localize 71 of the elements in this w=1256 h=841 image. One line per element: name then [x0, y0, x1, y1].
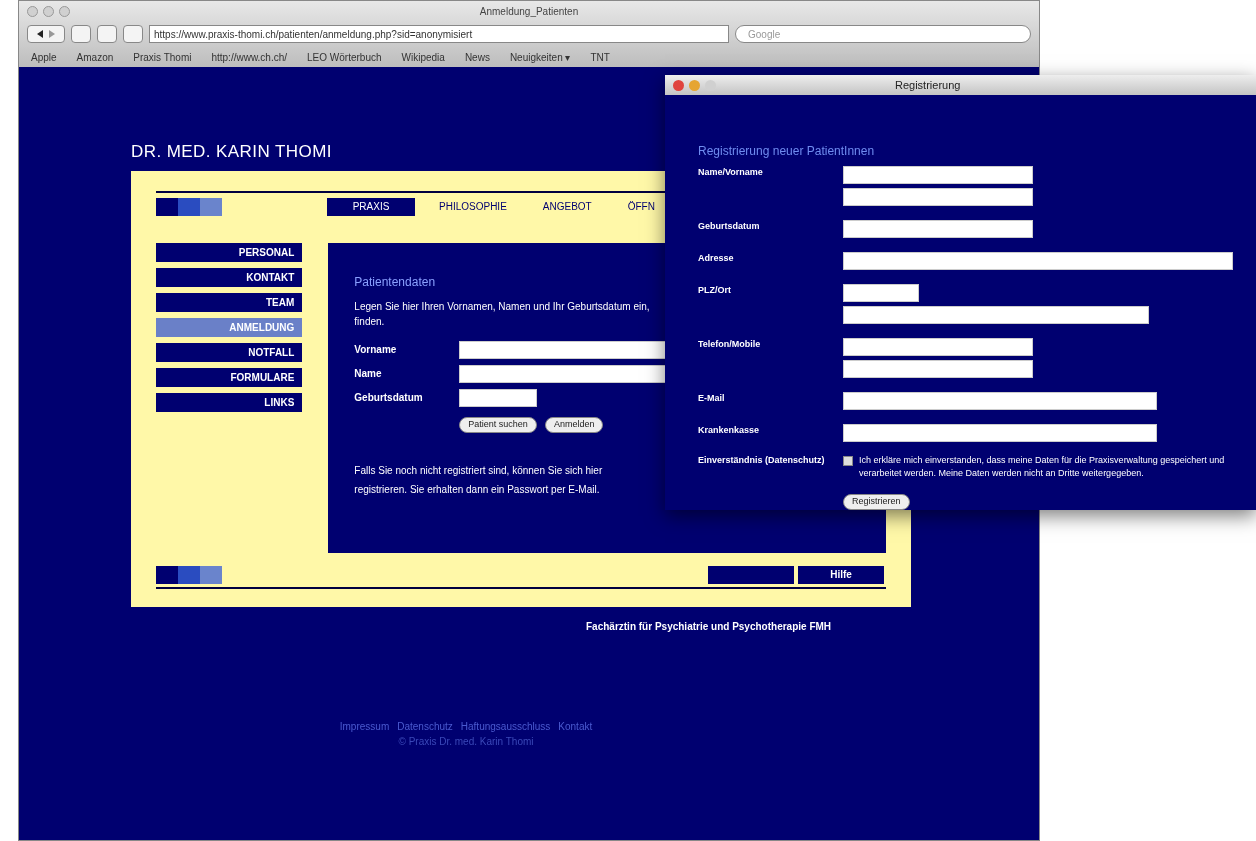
back-arrow-icon[interactable] [36, 30, 44, 38]
field-label: Krankenkasse [698, 424, 761, 437]
logo-squares-icon [156, 197, 222, 216]
note-text: Falls Sie noch nicht registriert sind, können Sie sich hier [354, 463, 603, 478]
input-field[interactable] [843, 166, 1033, 184]
sidebar-item[interactable]: PERSONAL [156, 242, 303, 262]
window-title: Registrierung [895, 77, 961, 93]
form-button[interactable]: Anmelden [544, 416, 604, 433]
consent-text: Ich erkläre mich einverstanden, dass meine Daten für die Praxisverwaltung gespeichert und verarbeitet werden. Meine Daten werden nicht an Dritte weitergegeben. [859, 454, 1226, 480]
site-title: DR. MED. KARIN THOMI [131, 141, 332, 163]
input-field[interactable] [843, 392, 1157, 410]
field-label: Name/Vorname [698, 166, 764, 179]
nav-tab[interactable]: PRAXIS [327, 197, 415, 216]
bookmark-link[interactable]: TNT [590, 49, 610, 65]
note-text: registrieren. Sie erhalten dann ein Passwort per E-Mail. [354, 482, 600, 497]
input-field[interactable] [843, 284, 919, 302]
nav-tab[interactable]: PHILOSOPHIE [427, 197, 519, 216]
field-label: Einverständnis (Datenschutz) [698, 454, 826, 467]
nav-tab[interactable]: ÖFFN [615, 197, 667, 216]
sidebar-item[interactable]: KONTAKT [156, 267, 303, 287]
field-label: PLZ/Ort [698, 284, 732, 297]
form-heading: Registrierung neuer PatientInnen [698, 143, 875, 160]
window-control-icon[interactable] [27, 5, 38, 17]
input-field[interactable] [843, 220, 1033, 238]
field-label: Telefon/Mobile [698, 338, 762, 351]
address-field[interactable]: https://www.praxis-thomi.ch/patienten/anmeldung.php?sid=anonymisiert [149, 25, 729, 43]
bottom-button[interactable]: Hilfe [798, 565, 884, 584]
intro-text: finden. [354, 314, 385, 329]
back-forward-button[interactable] [27, 25, 65, 43]
field-label: Adresse [698, 252, 735, 265]
input-field[interactable] [459, 388, 538, 407]
nav-tab[interactable]: ANGEBOT [530, 197, 604, 216]
footer-text: Fachärztin für Psychiatrie und Psychotherapie FMH [586, 619, 832, 634]
form-button[interactable]: Patient suchen [459, 416, 537, 433]
sidebar-item[interactable]: ANMELDUNG [156, 317, 303, 337]
input-field[interactable] [843, 338, 1033, 356]
bottom-button[interactable] [708, 565, 794, 584]
intro-text: Legen Sie hier Ihren Vornamen, Namen und Ihr Geburtsdatum ein, [354, 299, 650, 314]
bookmark-link[interactable]: LEO Wörterbuch [307, 49, 382, 65]
window-control-icon[interactable] [43, 5, 54, 17]
input-field[interactable] [843, 360, 1033, 378]
bookmark-link[interactable]: http://www.ch.ch/ [211, 49, 288, 65]
input-field[interactable] [843, 252, 1233, 270]
forward-arrow-icon[interactable] [48, 30, 56, 38]
logo-squares-icon [156, 565, 222, 584]
field-label: E-Mail [698, 392, 726, 405]
input-field[interactable] [843, 306, 1149, 324]
bookmark-link[interactable]: Wikipedia [401, 49, 445, 65]
register-button[interactable]: Registrieren [843, 494, 910, 510]
copyright-text: © Praxis Dr. med. Karin Thomi [398, 734, 534, 749]
window-title: Anmeldung_Patienten [479, 4, 579, 19]
field-label: Geburtsdatum [354, 391, 424, 405]
consent-checkbox[interactable] [843, 456, 853, 466]
field-label: Geburtsdatum [698, 220, 761, 233]
bookmark-link[interactable]: Praxis Thomi [133, 49, 192, 65]
input-field[interactable] [843, 424, 1157, 442]
input-field[interactable] [843, 188, 1033, 206]
field-label: Name [354, 367, 383, 381]
sidebar-item[interactable]: TEAM [156, 292, 303, 312]
section-heading: Patientendaten [354, 273, 436, 291]
sidebar-item[interactable]: FORMULARE [156, 367, 303, 387]
bookmark-link[interactable]: Neuigkeiten ▾ [509, 49, 571, 65]
bookmark-link[interactable]: Apple [31, 49, 57, 65]
window-control-icon[interactable] [59, 5, 70, 17]
sidebar-item[interactable]: NOTFALL [156, 342, 303, 362]
window-control-icon[interactable] [673, 79, 684, 91]
window-control-icon[interactable] [689, 79, 700, 91]
bookmark-link[interactable]: Amazon [76, 49, 114, 65]
sidebar-item[interactable]: LINKS [156, 392, 303, 412]
bookmark-link[interactable]: News [464, 49, 490, 65]
field-label: Vorname [354, 343, 398, 357]
